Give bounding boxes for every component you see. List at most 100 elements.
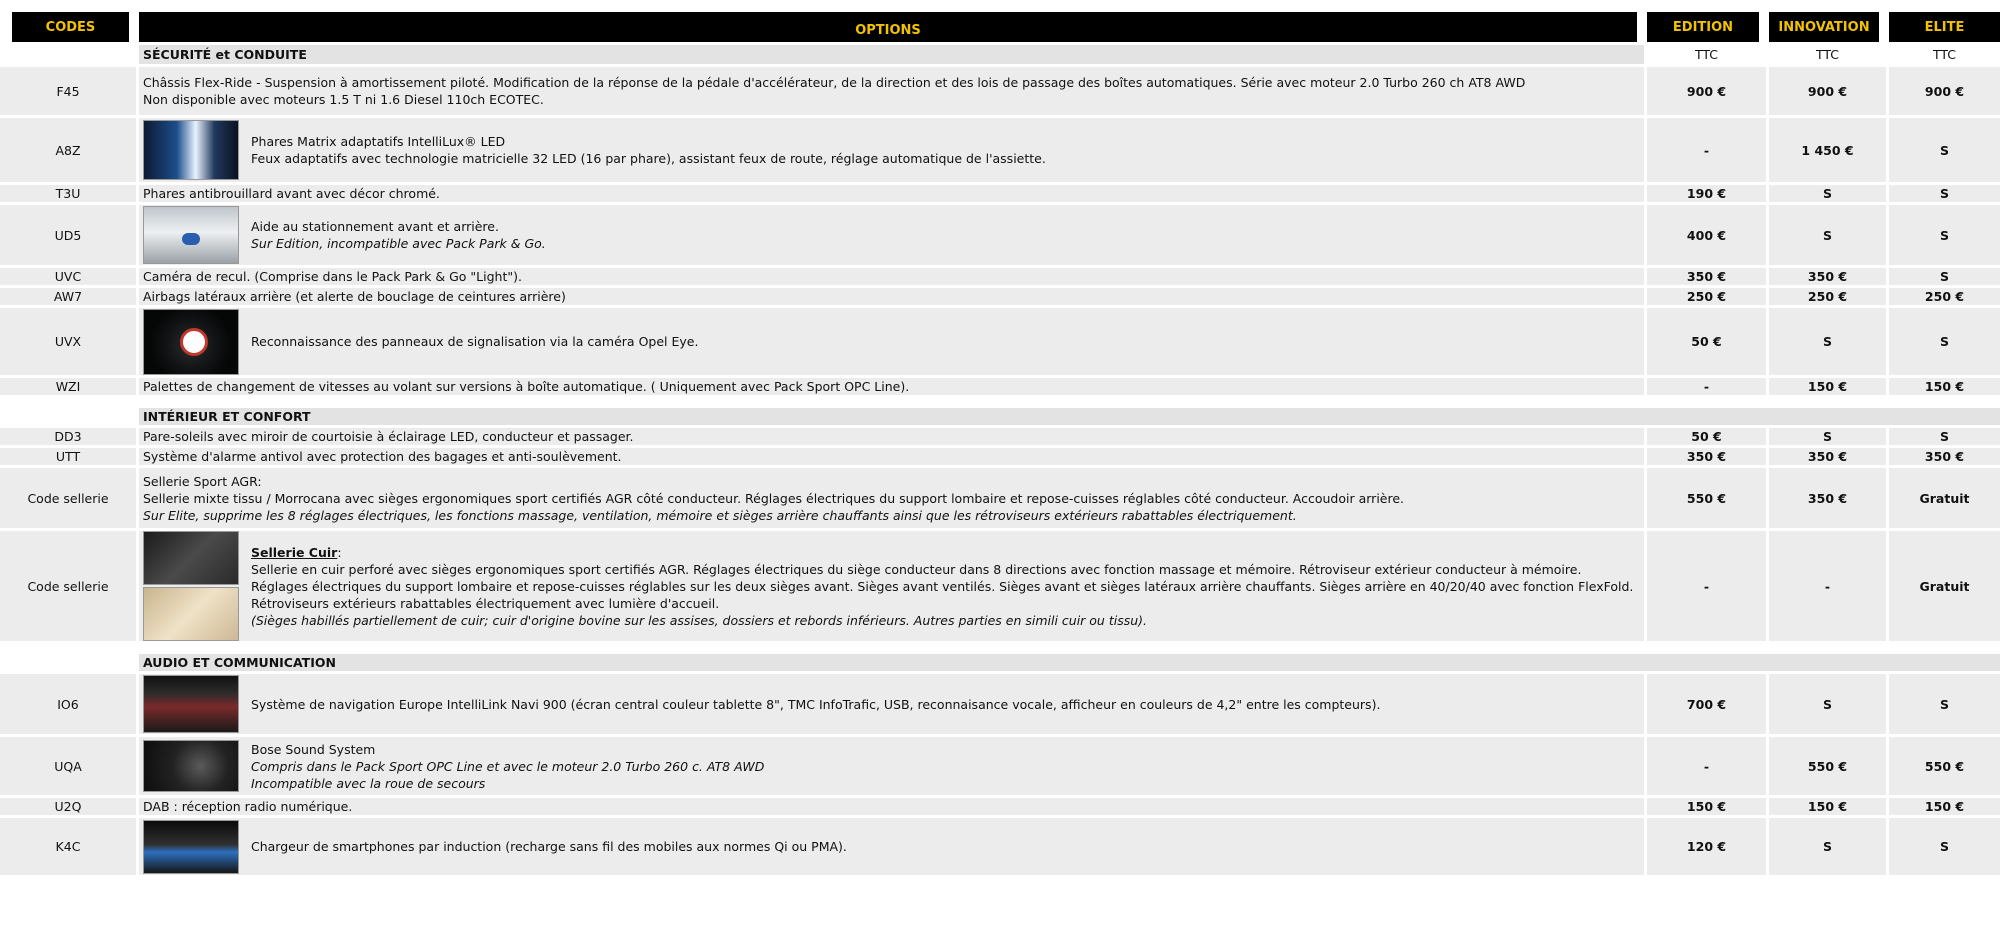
table-row: DD3 Pare-soleils avec miroir de courtois… [0,428,2000,448]
option-code: DD3 [0,428,139,448]
ttc-elite: TTC [1889,45,2000,67]
option-description: Aide au stationnement avant et arrière. … [139,205,1647,268]
price-edition: - [1647,118,1769,185]
beige-leather-seat-photo [143,587,239,641]
option-description: Sellerie Sport AGR: Sellerie mixte tissu… [139,468,1647,531]
option-code: T3U [0,185,139,205]
header-elite: ELITE [1889,0,2000,45]
table-row: UQA Bose Sound System Compris dans le Pa… [0,737,2000,798]
price-elite: S [1889,268,2000,288]
price-elite: 900 € [1889,67,2000,118]
table-row: WZI Palettes de changement de vitesses a… [0,378,2000,398]
price-elite: S [1889,674,2000,737]
price-edition: 350 € [1647,268,1769,288]
price-elite: S [1889,428,2000,448]
dashboard-gauge-photo [143,308,239,375]
option-code: F45 [0,67,139,118]
headlight-photo [143,120,239,180]
option-description: Système de navigation Europe IntelliLink… [139,674,1647,737]
price-elite: S [1889,118,2000,185]
options-price-table: CODES OPTIONS EDITION INNOVATION ELITE S… [0,0,2000,878]
option-code: Code sellerie [0,468,139,531]
description-note: Compris dans le Pack Sport OPC Line et a… [251,758,765,774]
ttc-edition: TTC [1647,45,1769,67]
description-line: Chargeur de smartphones par induction (r… [251,839,847,854]
option-description: Châssis Flex-Ride - Suspension à amortis… [139,67,1647,118]
price-edition: 250 € [1647,288,1769,308]
price-innovation: - [1769,531,1889,644]
price-elite: 150 € [1889,798,2000,818]
price-innovation: 350 € [1769,468,1889,531]
description-line: Non disponible avec moteurs 1.5 T ni 1.6… [143,92,544,107]
description-line: Sellerie en cuir perforé avec sièges erg… [251,561,1634,611]
price-innovation: 150 € [1769,378,1889,398]
wireless-charger-photo [143,819,239,874]
price-innovation: S [1769,818,1889,878]
description-note: Sur Edition, incompatible avec Pack Park… [251,236,546,251]
price-edition: 900 € [1647,67,1769,118]
price-edition: 700 € [1647,674,1769,737]
price-elite: S [1889,205,2000,268]
bose-speaker-photo [143,740,239,792]
option-description: Système d'alarme antivol avec protection… [139,448,1647,468]
price-innovation: 250 € [1769,288,1889,308]
description-line: Système de navigation Europe IntelliLink… [251,696,1381,712]
option-description: Phares Matrix adaptatifs IntelliLux® LED… [139,118,1647,185]
price-innovation: 350 € [1769,268,1889,288]
leather-seat-photos [143,531,239,641]
price-elite: S [1889,818,2000,878]
section-blank [0,408,139,428]
option-description: Reconnaissance des panneaux de signalisa… [139,308,1647,378]
price-edition: 400 € [1647,205,1769,268]
navigation-screen-photo [143,675,239,733]
price-innovation: 1 450 € [1769,118,1889,185]
price-innovation: 900 € [1769,67,1889,118]
description-line: Aide au stationnement avant et arrière. [251,219,499,234]
description-line: Bose Sound System [251,741,376,757]
table-row: UD5 Aide au stationnement avant et arriè… [0,205,2000,268]
table-row: U2Q DAB : réception radio numérique. 150… [0,798,2000,818]
price-edition: 50 € [1647,308,1769,378]
option-code: IO6 [0,674,139,737]
spacer-row [0,644,2000,654]
option-code: UVC [0,268,139,288]
header-row: CODES OPTIONS EDITION INNOVATION ELITE [0,0,2000,45]
option-description: Chargeur de smartphones par induction (r… [139,818,1647,878]
price-edition: 120 € [1647,818,1769,878]
table-row: A8Z Phares Matrix adaptatifs IntelliLux®… [0,118,2000,185]
table-row: UVC Caméra de recul. (Comprise dans le P… [0,268,2000,288]
header-edition: EDITION [1647,0,1769,45]
table-row: UVX Reconnaissance des panneaux de signa… [0,308,2000,378]
option-description: DAB : réception radio numérique. [139,798,1647,818]
table-row: Code sellerie Sellerie Sport AGR: Seller… [0,468,2000,531]
option-description: Bose Sound System Compris dans le Pack S… [139,737,1647,798]
price-elite: 150 € [1889,378,2000,398]
price-innovation: S [1769,428,1889,448]
header-innovation: INNOVATION [1769,0,1889,45]
price-edition: 190 € [1647,185,1769,205]
option-code: A8Z [0,118,139,185]
option-code: WZI [0,378,139,398]
price-elite: Gratuit [1889,531,2000,644]
option-description: Caméra de recul. (Comprise dans le Pack … [139,268,1647,288]
section-title-audio: AUDIO ET COMMUNICATION [139,654,2000,674]
price-innovation: S [1769,674,1889,737]
table-row: AW7 Airbags latéraux arrière (et alerte … [0,288,2000,308]
section-row-securite: SÉCURITÉ et CONDUITE TTC TTC TTC [0,45,2000,67]
description-note: (Sièges habillés partiellement de cuir; … [251,612,1147,628]
option-code: UD5 [0,205,139,268]
description-note: Sur Elite, supprime les 8 réglages élect… [143,507,1297,523]
price-innovation: 550 € [1769,737,1889,798]
description-line: Reconnaissance des panneaux de signalisa… [251,334,699,349]
price-elite: S [1889,185,2000,205]
header-options: OPTIONS [139,0,1647,45]
section-title-interieur: INTÉRIEUR ET CONFORT [139,408,2000,428]
option-code: UTT [0,448,139,468]
option-description: Sellerie Cuir: Sellerie en cuir perforé … [139,531,1647,644]
price-innovation: S [1769,308,1889,378]
table-row: Code sellerie Sellerie Cuir: Sellerie en… [0,531,2000,644]
price-elite: 350 € [1889,448,2000,468]
price-edition: 550 € [1647,468,1769,531]
section-row-audio: AUDIO ET COMMUNICATION [0,654,2000,674]
header-codes: CODES [0,0,139,45]
